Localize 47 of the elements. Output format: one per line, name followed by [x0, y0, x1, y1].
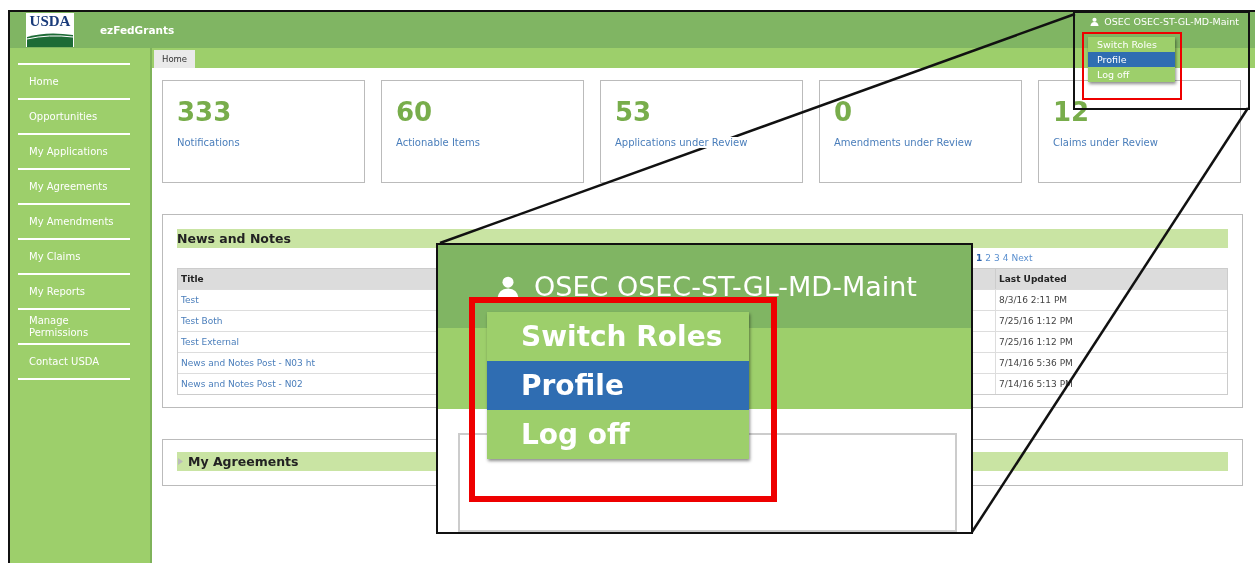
app-name: ezFedGrants	[100, 24, 175, 36]
menu-item[interactable]: Profile	[1088, 52, 1175, 67]
sidebar-item[interactable]: Home	[18, 63, 130, 98]
table-cell: 8/3/16 2:11 PM	[995, 290, 1227, 310]
user-icon	[496, 274, 520, 299]
page-link[interactable]: 2	[985, 253, 991, 263]
menu-item[interactable]: Log off	[487, 410, 749, 459]
panel-title: My Agreements	[188, 454, 299, 469]
logo: USDA	[26, 13, 74, 47]
tab[interactable]: Home	[154, 50, 196, 68]
news-title-link[interactable]: Test	[178, 290, 202, 310]
news-title-link[interactable]: Test External	[178, 332, 242, 352]
sidebar-item[interactable]: My Claims	[18, 238, 130, 273]
sidebar-item[interactable]: My Agreements	[18, 168, 130, 203]
sidebar-item[interactable]: Manage Permissions	[18, 308, 130, 343]
stat-value: 333	[177, 97, 233, 127]
page-link[interactable]: Next	[1011, 253, 1033, 263]
table-cell: 7/14/16 5:36 PM	[995, 353, 1227, 373]
menu-item[interactable]: Switch Roles	[1088, 37, 1175, 52]
news-title-link[interactable]: Test Both	[178, 311, 226, 331]
page-link[interactable]: 1	[976, 253, 983, 263]
column-header: Last Updated	[995, 269, 1227, 289]
stat-value: 0	[834, 97, 854, 127]
stat-link[interactable]: Claims under Review	[1053, 137, 1158, 148]
sidebar-item[interactable]: My Applications	[18, 133, 130, 168]
table-cell: 7/25/16 1:12 PM	[995, 311, 1227, 331]
sidebar-item[interactable]: Opportunities	[18, 98, 130, 133]
stat-value: 60	[396, 97, 434, 127]
panel-title: News and Notes	[177, 231, 291, 246]
news-title-link[interactable]: News and Notes Post - N03 ht	[178, 353, 318, 373]
table-cell: 7/25/16 1:12 PM	[995, 332, 1227, 352]
menu-item[interactable]: Profile	[487, 361, 749, 410]
news-title-link[interactable]: News and Notes Post - N02	[178, 374, 306, 394]
page-link[interactable]: 3	[994, 253, 1000, 263]
menu-item[interactable]: Log off	[1088, 67, 1175, 82]
stat-value: 53	[615, 97, 653, 127]
user-icon	[1090, 17, 1100, 26]
stat-link[interactable]: Notifications	[177, 137, 240, 148]
stat-link[interactable]: Actionable Items	[396, 137, 480, 148]
sidebar-item[interactable]: Contact USDA	[18, 343, 130, 380]
sidebar-item[interactable]: My Reports	[18, 273, 130, 308]
page-link[interactable]: 4	[1002, 253, 1009, 263]
stat-link[interactable]: Applications under Review	[615, 137, 748, 148]
menu-item[interactable]: Switch Roles	[487, 312, 749, 361]
sidebar-item[interactable]: My Amendments	[18, 203, 130, 238]
stat-link[interactable]: Amendments under Review	[834, 137, 973, 148]
user-menu[interactable]: OSEC OSEC-ST-GL-MD-Maint	[1090, 16, 1239, 27]
